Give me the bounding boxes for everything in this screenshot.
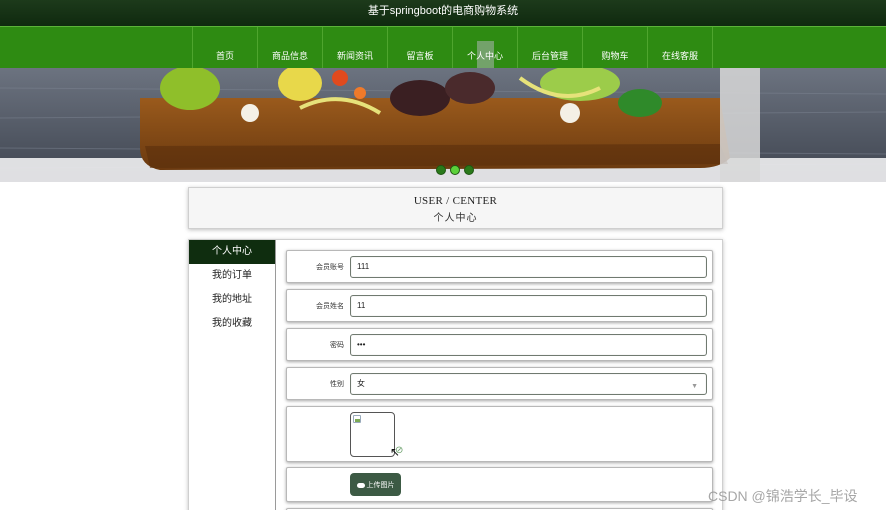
section-title-en: USER / CENTER [413, 195, 498, 207]
user-center-panel: 个人中心 我的订单 我的地址 我的收藏 会员账号 111 会员姓名 11 密码 … [188, 239, 723, 510]
sidebar-item-orders[interactable]: 我的订单 [189, 264, 275, 288]
avatar-preview[interactable] [350, 412, 395, 457]
site-title: 基于springboot的电商购物系统 [367, 5, 519, 17]
upload-image-button[interactable]: 上传图片 [350, 473, 401, 496]
sidebar-item-favorites[interactable]: 我的收藏 [189, 312, 275, 336]
cloud-upload-icon [356, 482, 365, 488]
account-input[interactable]: 111 [350, 256, 707, 278]
nav-products[interactable]: 商品信息 [258, 27, 323, 69]
sidebar-item-personal-center[interactable]: 个人中心 [189, 240, 275, 264]
carousel-dot-1[interactable] [436, 165, 446, 175]
account-label: 会员账号 [316, 263, 344, 271]
broken-image-icon [353, 415, 361, 423]
gender-label: 性别 [330, 380, 344, 388]
main-nav-bar: 首页 商品信息 新闻资讯 留言板 个人中心 后台管理 购物车 在线客服 [0, 26, 886, 69]
nav-news[interactable]: 新闻资讯 [323, 27, 388, 69]
password-label: 密码 [330, 341, 344, 349]
name-label: 会员姓名 [316, 302, 344, 310]
nav-personal-center[interactable]: 个人中心 [453, 27, 518, 69]
name-input[interactable]: 11 [350, 295, 707, 317]
form-row-password: 密码 ••• [286, 328, 713, 361]
form-row-avatar: ↖ ⊘ [286, 406, 713, 462]
carousel-dot-2[interactable] [450, 165, 460, 175]
form-row-gender: 性别 女 ▼ [286, 367, 713, 400]
link-icon: ⊘ [395, 445, 404, 456]
carousel-indicators [436, 165, 474, 175]
sidebar-item-address[interactable]: 我的地址 [189, 288, 275, 312]
site-header: 基于springboot的电商购物系统 [0, 0, 886, 26]
form-row-name: 会员姓名 11 [286, 289, 713, 322]
nav-admin[interactable]: 后台管理 [518, 27, 583, 69]
section-title-box: USER / CENTER 个人中心 [188, 187, 723, 229]
upload-button-label: 上传图片 [366, 481, 395, 489]
carousel-dot-3[interactable] [464, 165, 474, 175]
nav-online-service[interactable]: 在线客服 [648, 27, 713, 69]
form-row-account: 会员账号 111 [286, 250, 713, 283]
gender-select[interactable]: 女 ▼ [350, 373, 707, 395]
password-input[interactable]: ••• [350, 334, 707, 356]
nav-home[interactable]: 首页 [193, 27, 258, 69]
nav-message-board[interactable]: 留言板 [388, 27, 453, 69]
form-row-upload: 上传图片 [286, 467, 713, 502]
chevron-down-icon: ▼ [691, 383, 698, 390]
nav-cart[interactable]: 购物车 [583, 27, 648, 69]
page: 基于springboot的电商购物系统 首页 商品信息 新闻资讯 留言板 个人中… [0, 0, 886, 510]
main-nav: 首页 商品信息 新闻资讯 留言板 个人中心 后台管理 购物车 在线客服 [192, 27, 713, 69]
sidebar: 个人中心 我的订单 我的地址 我的收藏 [189, 240, 276, 510]
watermark: CSDN @锦浩学长_毕设 [708, 488, 858, 504]
gender-value: 女 [357, 379, 365, 388]
section-title-cn: 个人中心 [433, 213, 478, 224]
